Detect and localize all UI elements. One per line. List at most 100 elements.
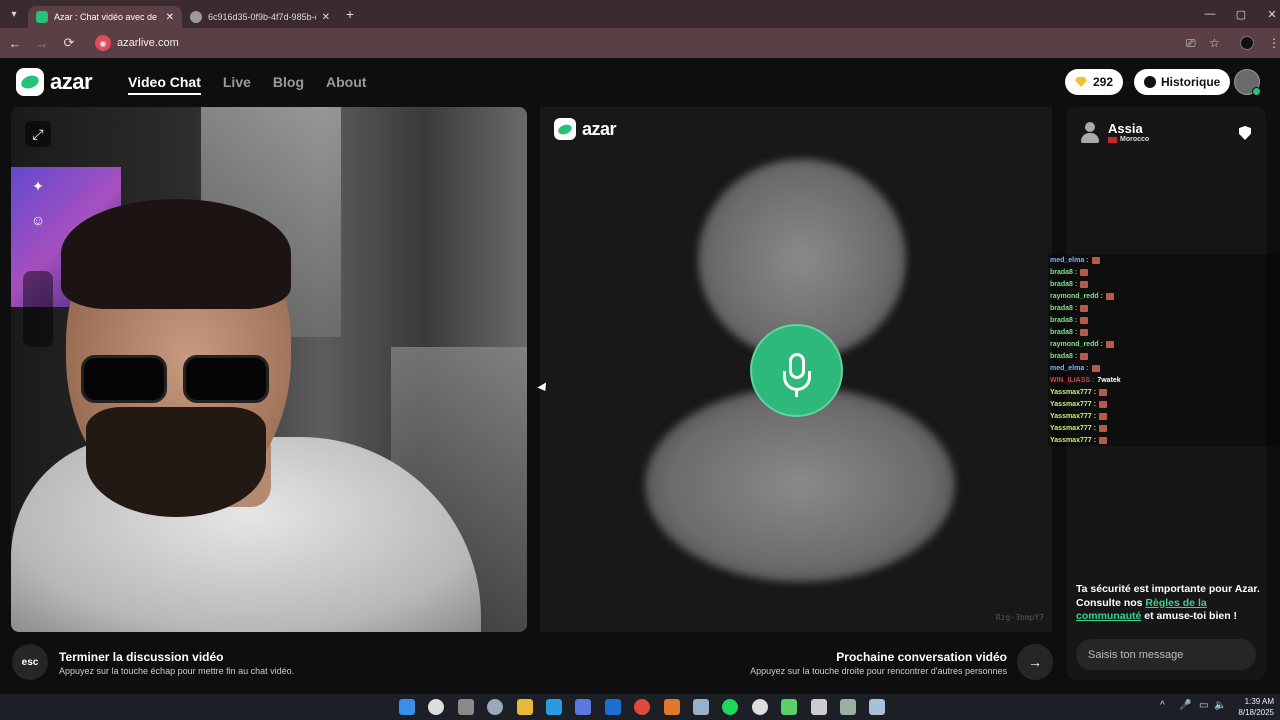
address-bar[interactable]: ◉ azarlive.com [91, 32, 1191, 54]
logo-text: azar [582, 118, 617, 139]
app-green-icon[interactable] [781, 699, 798, 715]
feed-username: med_elma : [1050, 256, 1089, 264]
edge-icon[interactable] [546, 699, 562, 715]
steam-icon[interactable] [693, 699, 709, 715]
message-input[interactable] [1076, 639, 1256, 670]
partner-country: Morocco [1108, 136, 1149, 143]
user-avatar[interactable] [1234, 69, 1261, 96]
bookmark-star-icon[interactable]: ☆ [1209, 28, 1220, 58]
feed-username: Yassmax777 : [1050, 412, 1096, 420]
online-status-icon [1252, 87, 1261, 96]
new-tab-button[interactable]: + [338, 6, 362, 22]
partner-video: azar Rzg-3bmpY7 [540, 107, 1052, 632]
feed-username: WIN_ILIASS : [1050, 376, 1095, 384]
site-header: azar Video Chat Live Blog About 292 Hist… [0, 58, 1280, 106]
azar-logo-icon [16, 68, 44, 96]
feed-username: med_elma : [1050, 364, 1089, 372]
history-button[interactable]: Historique [1134, 69, 1231, 95]
feed-username: raymond_redd : [1050, 340, 1103, 348]
person-beard [86, 407, 266, 517]
back-button[interactable]: ← [3, 31, 27, 55]
emote-icon [1098, 424, 1107, 432]
store-icon[interactable] [575, 699, 592, 715]
partner-info: Assia Morocco [1080, 121, 1149, 143]
emote-icon [1091, 256, 1100, 264]
tab-search-button[interactable]: ▾ [0, 0, 28, 28]
feed-text: 7watek [1097, 376, 1121, 384]
feed-username: brada8 : [1050, 328, 1078, 336]
next-chat-button[interactable]: → [1017, 644, 1053, 680]
display-icon[interactable]: ▭ [1199, 700, 1208, 711]
history-label: Historique [1161, 75, 1221, 89]
url-text: azarlive.com [117, 37, 179, 49]
feed-username: raymond_redd : [1050, 292, 1103, 300]
tab-azar[interactable]: Azar : Chat vidéo avec de n ✕ [28, 6, 182, 28]
tab-second[interactable]: 6c916d35-0f9b-4f7d-985b-c4b ✕ [182, 6, 338, 28]
nav-live[interactable]: Live [223, 74, 251, 95]
gems-button[interactable]: 292 [1065, 69, 1124, 95]
tab-close-icon[interactable]: ✕ [166, 12, 174, 23]
report-shield-icon[interactable] [1239, 126, 1251, 140]
tab-close-icon[interactable]: ✕ [322, 12, 330, 23]
task-view-icon[interactable] [457, 699, 474, 715]
emote-icon [1080, 268, 1089, 276]
taskbar-clock[interactable]: 1:39 AM 8/18/2025 [1234, 696, 1274, 718]
face-filter-icon[interactable]: ☺ [25, 207, 51, 233]
feed-message: brada8 : [1048, 278, 1280, 290]
feed-message: Yassmax777 : [1048, 410, 1280, 422]
cast-icon[interactable]: ⎚ [1186, 28, 1196, 58]
morocco-flag-icon [1108, 136, 1117, 143]
nav-about[interactable]: About [326, 74, 366, 95]
app-box-icon[interactable] [810, 699, 827, 715]
azar-logo-icon [554, 118, 576, 140]
maximize-button[interactable]: ▢ [1225, 0, 1257, 28]
close-window-button[interactable]: ✕ [1256, 0, 1280, 28]
expand-icon[interactable]: ⤢ [25, 121, 51, 147]
volume-icon[interactable]: 🔈 [1214, 700, 1226, 711]
stream-chat-overlay: med_elma : brada8 : brada8 : raymond_redd :… [1048, 254, 1280, 446]
site-info-icon[interactable]: ◉ [95, 35, 111, 51]
file-explorer-icon[interactable] [516, 699, 533, 715]
safety-text-end: et amuse-toi bien ! [1141, 610, 1238, 622]
obs-icon[interactable] [751, 699, 768, 715]
calculator-icon[interactable] [869, 699, 886, 715]
tab-title: Azar : Chat vidéo avec de n [54, 12, 160, 22]
menu-kebab-icon[interactable]: ⋮ [1268, 28, 1280, 58]
reload-button[interactable]: ⟳ [57, 31, 81, 55]
feed-message: Yassmax777 : [1048, 434, 1280, 446]
app-a-icon[interactable] [663, 699, 680, 715]
emote-icon [1080, 304, 1089, 312]
sparkle-effects-icon[interactable]: ✦ [25, 173, 51, 199]
feed-username: brada8 : [1050, 352, 1078, 360]
emote-icon [1098, 388, 1107, 396]
feed-username: Yassmax777 : [1050, 436, 1096, 444]
sunglasses [81, 355, 271, 405]
chevron-down-icon: ▾ [11, 8, 17, 20]
profile-icon[interactable] [1240, 28, 1254, 58]
spotify-icon[interactable] [722, 699, 739, 715]
emote-icon [1080, 316, 1089, 324]
feed-message: brada8 : [1048, 302, 1280, 314]
globe-icon [190, 11, 202, 23]
gem-count: 292 [1093, 75, 1114, 89]
partner-id: Rzg-3bmpY7 [995, 613, 1044, 622]
feed-username: brada8 : [1050, 316, 1078, 324]
azar-logo[interactable]: azar [16, 68, 93, 96]
feed-message: Yassmax777 : [1048, 398, 1280, 410]
nav-video-chat[interactable]: Video Chat [128, 74, 201, 95]
microphone-tray-icon[interactable]: 🎤 [1179, 700, 1191, 711]
terminal-icon[interactable] [840, 699, 856, 715]
forward-button[interactable]: → [30, 31, 54, 55]
chrome-icon[interactable] [634, 699, 651, 715]
end-chat-button[interactable]: esc [12, 644, 48, 680]
chevron-up-icon[interactable]: ^ [1160, 700, 1165, 711]
date-text: 8/18/2025 [1238, 708, 1274, 717]
nav-blog[interactable]: Blog [273, 74, 304, 95]
outlook-icon[interactable] [604, 699, 621, 715]
settings-icon[interactable] [487, 699, 504, 715]
minimize-button[interactable]: — [1194, 0, 1226, 28]
feed-message: brada8 : [1048, 266, 1280, 278]
windows-start-icon[interactable] [399, 699, 415, 715]
end-chat-hint: Appuyez sur la touche échap pour mettre … [59, 666, 295, 676]
search-icon[interactable] [428, 699, 445, 715]
